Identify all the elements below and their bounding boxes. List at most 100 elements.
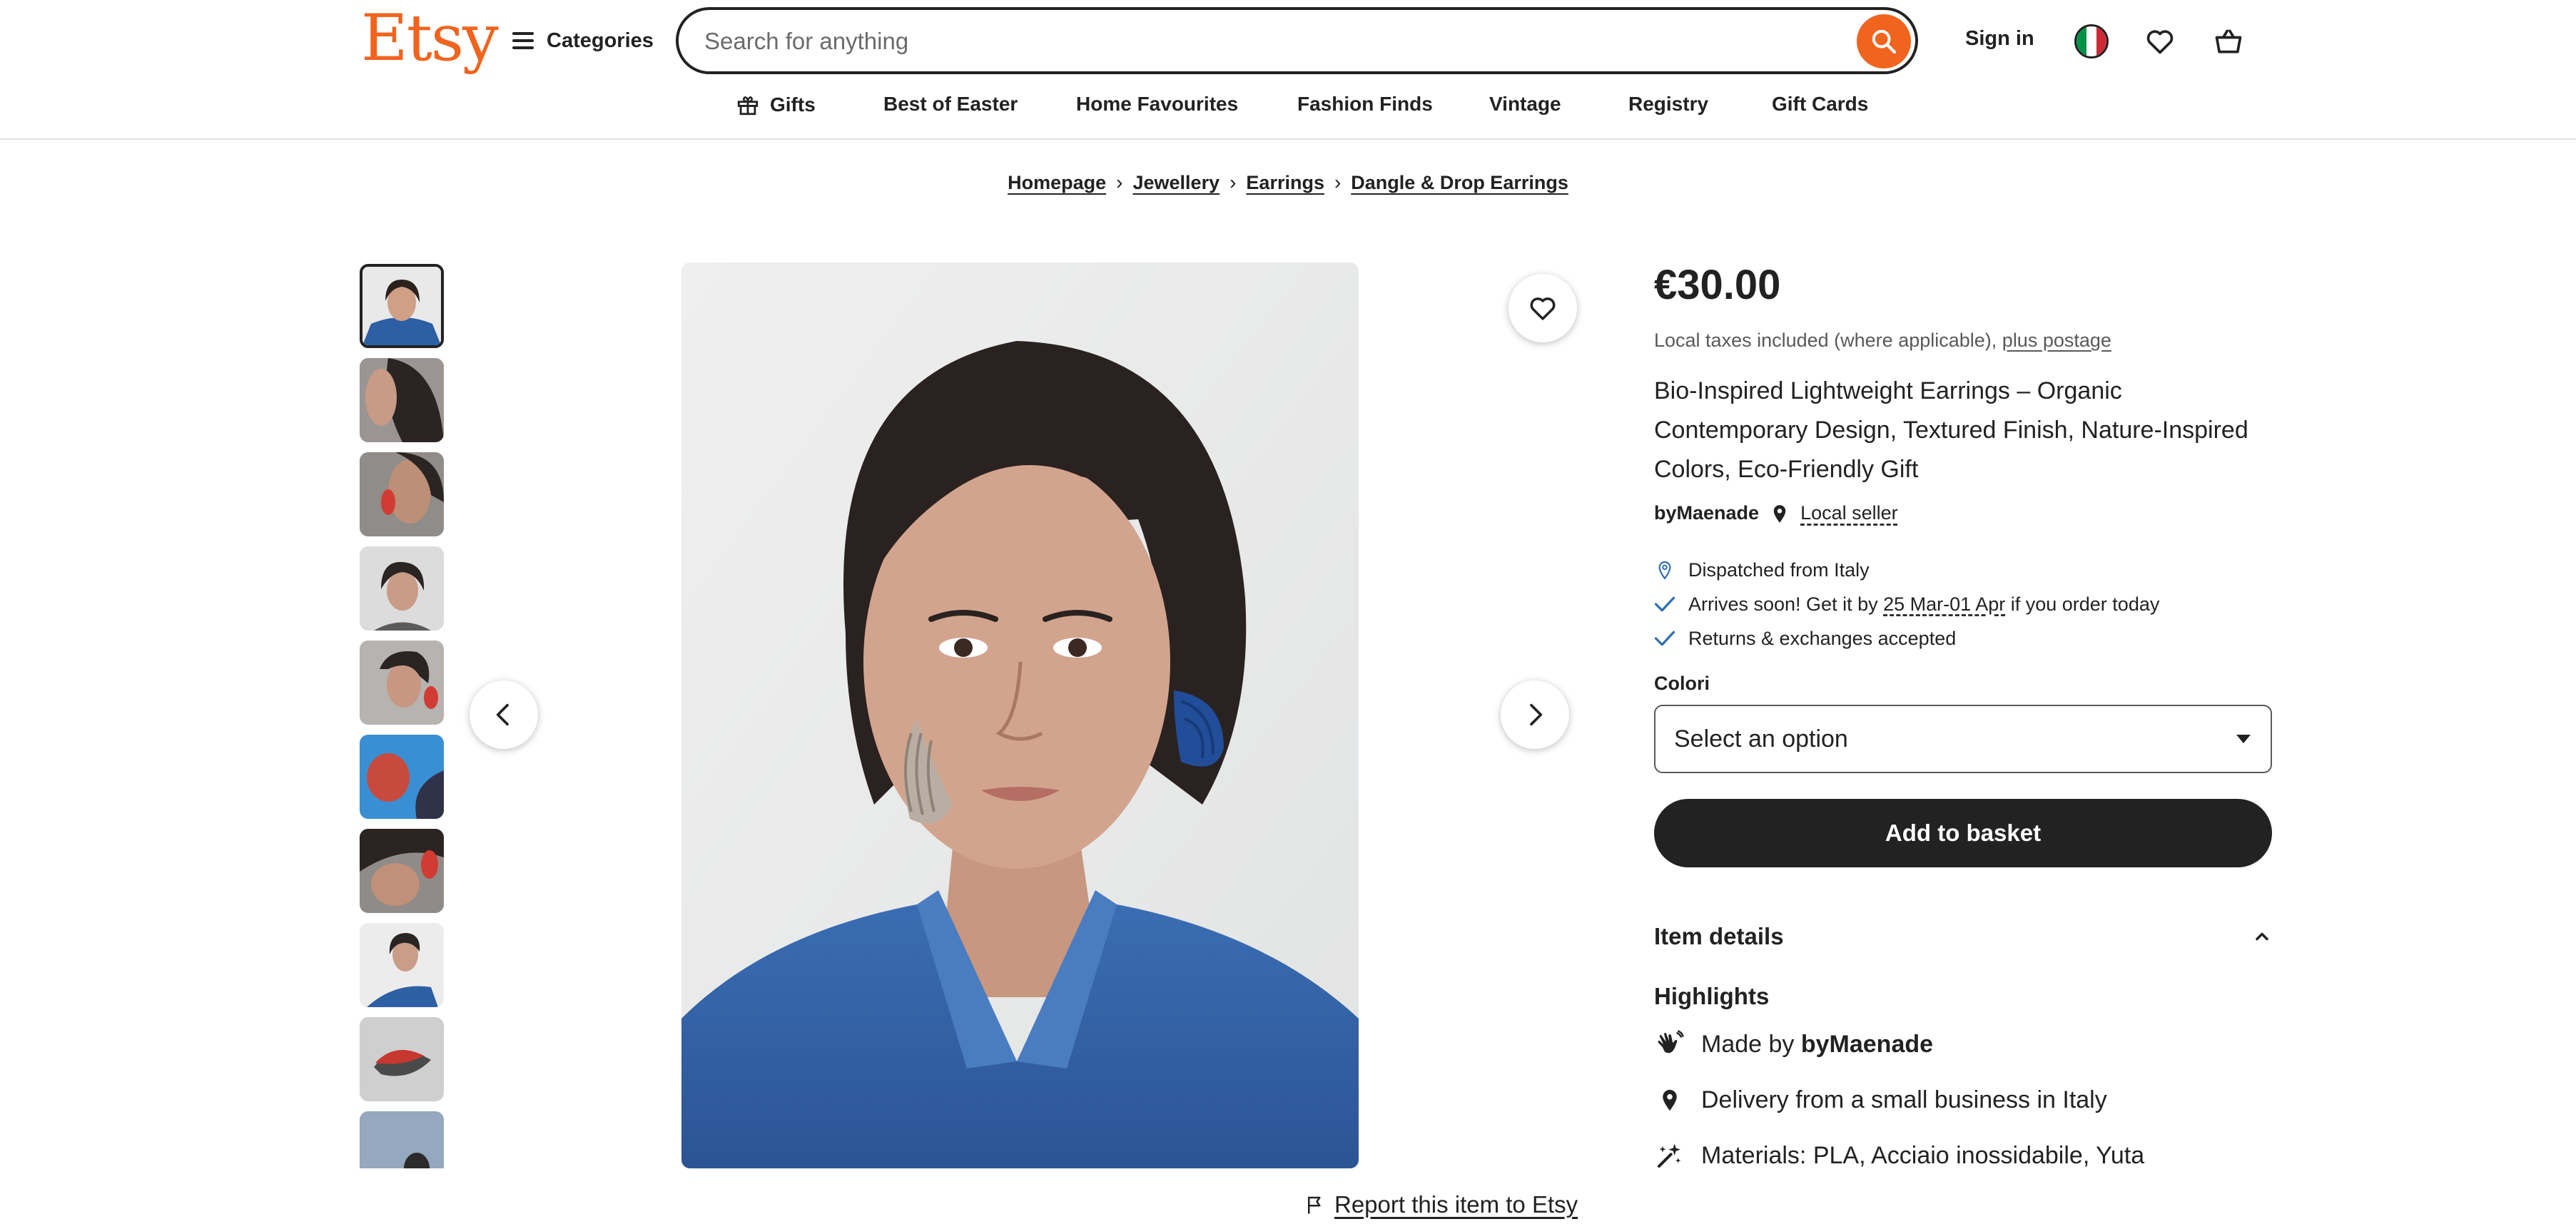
seller-row: byMaenade Local seller [1654,502,2272,524]
nav-registry[interactable]: Registry [1628,93,1708,116]
delivery-text: Delivery from a small business in Italy [1701,1086,2107,1113]
product-photo [681,262,1359,1168]
thumbnail-image [360,1017,444,1101]
nav-best-of-easter[interactable]: Best of Easter [883,93,1018,116]
search-button[interactable] [1857,14,1911,68]
breadcrumb-homepage[interactable]: Homepage [1008,172,1106,194]
breadcrumb: Homepage › Jewellery › Earrings › Dangle… [0,171,2576,194]
made-by-name[interactable]: byMaenade [1801,1031,1933,1058]
shipping-info: Dispatched from Italy Arrives soon! Get … [1654,553,2272,656]
thumbnail-6[interactable] [360,735,444,819]
nav-fashion-finds[interactable]: Fashion Finds [1297,93,1433,116]
thumbnail-image [360,641,444,725]
plus-postage-link[interactable]: plus postage [2002,330,2111,351]
italy-flag-icon [2074,24,2109,58]
category-nav: Gifts Best of Easter Home Favourites Fas… [0,93,2576,121]
sign-in-link[interactable]: Sign in [1965,27,2034,51]
materials-text: Materials: PLA, Acciaio inossidabile, Yu… [1701,1141,2145,1169]
site-header: Etsy Categories Sign in [0,0,2576,140]
categories-button[interactable]: Categories [512,21,654,60]
basket-icon [2215,29,2242,53]
product-title: Bio-Inspired Lightweight Earrings – Orga… [1654,377,2248,483]
main-product-image[interactable] [681,262,1359,1168]
thumbnail-image [360,923,444,1007]
chevron-right-icon: › [1334,171,1342,193]
location-pin-icon [1654,1088,1685,1112]
thumbnail-strip [360,264,444,1168]
favourites-button[interactable] [2140,21,2180,61]
thumbnail-image [362,267,441,345]
nav-gifts[interactable]: Gifts [736,93,816,117]
region-button[interactable] [2072,21,2111,61]
tax-note: Local taxes included (where applicable),… [1654,330,2272,352]
nav-label: Gifts [770,93,816,116]
thumbnail-image [360,452,444,536]
thumbnail-image [360,358,444,442]
highlight-delivery: Delivery from a small business in Italy [1654,1078,2272,1121]
item-details-toggle[interactable]: Item details [1654,919,2272,954]
search-icon [1872,29,1897,54]
check-icon [1654,629,1675,648]
nav-gift-cards[interactable]: Gift Cards [1772,93,1868,116]
returns-row: Returns & exchanges accepted [1654,621,2272,656]
nav-vintage[interactable]: Vintage [1489,93,1561,116]
select-value: Select an option [1674,725,1848,753]
next-image-button[interactable] [1501,680,1569,749]
breadcrumb-jewellery[interactable]: Jewellery [1133,172,1220,194]
report-item-link[interactable]: Report this item to Etsy [1304,1191,1578,1218]
search-bar [676,7,1918,74]
highlight-materials: Materials: PLA, Acciaio inossidabile, Yu… [1654,1134,2272,1177]
local-seller-badge[interactable]: Local seller [1800,502,1898,524]
basket-button[interactable] [2209,21,2248,61]
chevron-left-icon [496,703,509,726]
arrival-dates[interactable]: 25 Mar-01 Apr [1883,593,2005,615]
breadcrumb-earrings[interactable]: Earrings [1246,172,1324,194]
check-icon [1654,595,1675,613]
chevron-right-icon [1530,703,1543,726]
product-info-panel: €30.00 Local taxes included (where appli… [1654,257,2272,1177]
breadcrumb-dangle-drop-earrings[interactable]: Dangle & Drop Earrings [1351,172,1568,194]
thumbnail-image [360,735,444,819]
location-pin-outline-icon [1654,560,1675,580]
item-details-label: Item details [1654,923,1784,949]
favourite-item-button[interactable] [1508,274,1577,342]
add-to-basket-button[interactable]: Add to basket [1654,799,2272,867]
tax-text: Local taxes included (where applicable), [1654,330,1997,351]
thumbnail-10[interactable] [360,1111,444,1168]
etsy-logo[interactable]: Etsy [361,3,499,74]
report-label: Report this item to Etsy [1334,1191,1578,1218]
arrival-suffix: if you order today [2010,593,2160,615]
thumbnail-7[interactable] [360,829,444,913]
chevron-right-icon: › [1116,171,1123,193]
chevron-right-icon: › [1229,171,1237,193]
price: €30.00 [1654,262,1781,308]
nav-home-favourites[interactable]: Home Favourites [1076,93,1238,116]
chevron-up-icon [2256,932,2268,941]
heart-icon [1530,297,1556,320]
thumbnail-image [360,546,444,631]
colour-select[interactable]: Select an option [1654,705,2272,773]
thumbnail-2[interactable] [360,358,444,442]
heart-icon [2146,30,2174,54]
hamburger-icon [512,32,534,49]
search-input[interactable] [704,21,1775,61]
thumbnail-image [360,1111,444,1168]
thumbnail-1[interactable] [360,264,444,348]
location-pin-icon [1773,504,1786,523]
variation-label: Colori [1654,673,1710,694]
thumbnail-4[interactable] [360,546,444,631]
caret-down-icon [2236,735,2251,743]
seller-name-link[interactable]: byMaenade [1654,502,1759,524]
previous-image-button[interactable] [470,680,538,749]
made-by-prefix: Made by [1701,1030,1795,1058]
thumbnail-8[interactable] [360,923,444,1007]
thumbnail-image [360,829,444,913]
thumbnail-5[interactable] [360,641,444,725]
thumbnail-9[interactable] [360,1017,444,1101]
sparkle-wand-icon [1654,1141,1685,1170]
gift-icon [737,96,759,116]
arrival-prefix: Arrives soon! Get it by [1688,593,1878,615]
flag-icon [1308,1196,1321,1214]
arrival-row: Arrives soon! Get it by 25 Mar-01 Apr if… [1654,587,2272,621]
thumbnail-3[interactable] [360,452,444,536]
